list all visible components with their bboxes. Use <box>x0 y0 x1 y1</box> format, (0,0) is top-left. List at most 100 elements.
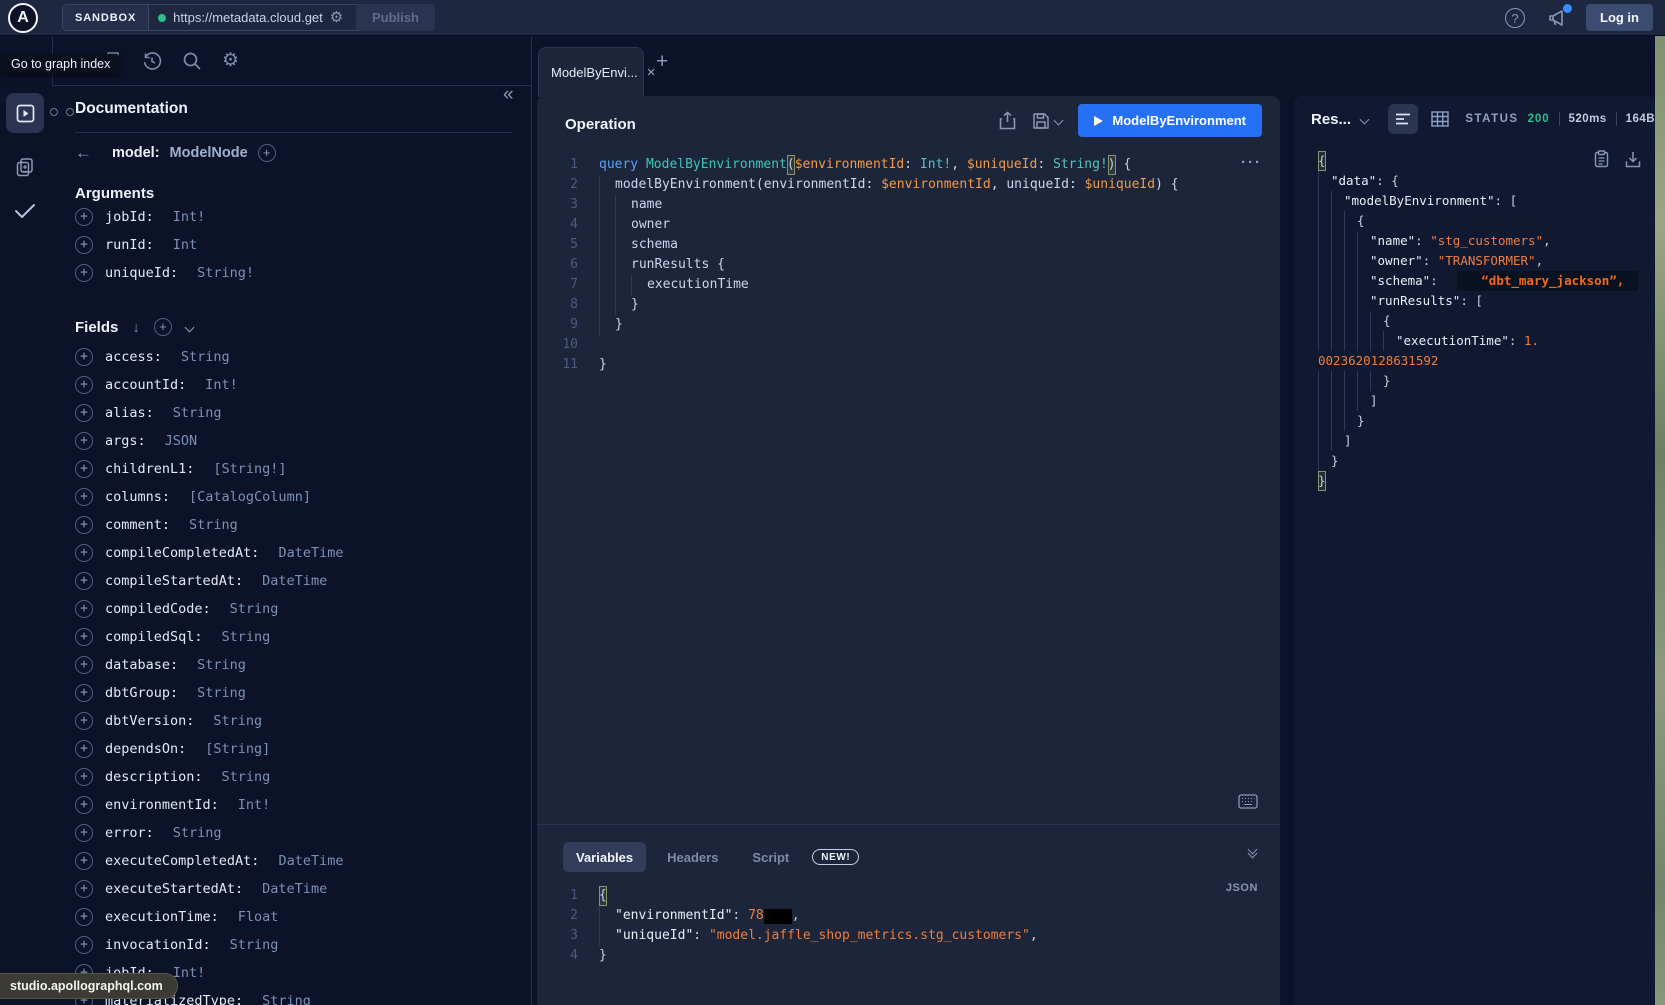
field-type[interactable]: DateTime <box>262 881 327 897</box>
publish-button[interactable]: Publish <box>356 4 435 31</box>
add-type-icon[interactable] <box>258 144 276 162</box>
apollo-logo-icon[interactable]: A <box>8 3 38 33</box>
field-row[interactable]: invocationId:String <box>75 931 515 959</box>
field-row[interactable]: columns:[CatalogColumn] <box>75 483 515 511</box>
field-type[interactable]: String <box>181 349 230 365</box>
field-type[interactable]: Int! <box>173 209 206 225</box>
field-type[interactable]: String <box>222 629 271 645</box>
add-field-icon[interactable] <box>75 908 93 926</box>
field-row[interactable]: dbtGroup:String <box>75 679 515 707</box>
field-row[interactable]: runId:Int <box>75 231 515 259</box>
field-type[interactable]: String <box>230 937 279 953</box>
add-field-icon[interactable] <box>75 264 93 282</box>
field-type[interactable]: [String] <box>205 741 270 757</box>
field-type[interactable]: DateTime <box>278 545 343 561</box>
field-type[interactable]: Int <box>173 237 197 253</box>
fields-options-chevron-icon[interactable] <box>184 322 194 332</box>
sort-fields-icon[interactable]: ↓ <box>132 319 140 336</box>
field-type[interactable]: String <box>173 825 222 841</box>
endpoint-url[interactable]: https://metadata.cloud.get <box>173 10 323 25</box>
field-row[interactable]: args:JSON <box>75 427 515 455</box>
add-field-icon[interactable] <box>75 236 93 254</box>
field-type[interactable]: Int! <box>238 797 271 813</box>
add-field-icon[interactable] <box>75 684 93 702</box>
rail-checks-icon[interactable] <box>6 191 44 231</box>
field-row[interactable]: executeCompletedAt:DateTime <box>75 847 515 875</box>
download-response-icon[interactable] <box>1625 150 1641 168</box>
operation-tab[interactable]: ModelByEnvi... × <box>538 47 644 97</box>
add-all-fields-icon[interactable] <box>154 318 172 336</box>
run-operation-button[interactable]: ModelByEnvironment <box>1078 104 1262 137</box>
editor-menu-icon[interactable]: ··· <box>1241 154 1262 171</box>
back-arrow-icon[interactable]: ← <box>75 143 92 163</box>
field-type[interactable]: String <box>197 685 246 701</box>
copy-response-icon[interactable] <box>1594 150 1609 168</box>
field-row[interactable]: compiledSql:String <box>75 623 515 651</box>
type-value[interactable]: ModelNode <box>170 145 248 161</box>
endpoint-input[interactable]: https://metadata.cloud.get ⚙ <box>149 5 364 30</box>
rail-explorer-icon[interactable] <box>6 93 44 133</box>
announcements-icon[interactable] <box>1547 8 1569 28</box>
field-type[interactable]: [CatalogColumn] <box>189 489 311 505</box>
save-options-chevron-icon[interactable] <box>1054 116 1064 126</box>
add-field-icon[interactable] <box>75 376 93 394</box>
field-row[interactable]: access:String <box>75 343 515 371</box>
add-field-icon[interactable] <box>75 432 93 450</box>
add-field-icon[interactable] <box>75 544 93 562</box>
field-row[interactable]: dbtVersion:String <box>75 707 515 735</box>
field-type[interactable]: Float <box>238 909 279 925</box>
raw-view-toggle-icon[interactable] <box>1388 104 1419 134</box>
field-row[interactable]: childrenL1:[String!] <box>75 455 515 483</box>
share-operation-icon[interactable] <box>999 111 1016 130</box>
field-row[interactable]: compileCompletedAt:DateTime <box>75 539 515 567</box>
variables-editor[interactable]: 1{2"environmentId": 78,3"uniqueId": "mod… <box>557 886 1038 966</box>
field-row[interactable]: compiledCode:String <box>75 595 515 623</box>
add-field-icon[interactable] <box>75 656 93 674</box>
add-field-icon[interactable] <box>75 936 93 954</box>
search-icon[interactable] <box>182 51 202 71</box>
add-field-icon[interactable] <box>75 460 93 478</box>
endpoint-settings-icon[interactable]: ⚙ <box>330 10 343 25</box>
field-row[interactable]: compileStartedAt:DateTime <box>75 567 515 595</box>
field-row[interactable]: error:String <box>75 819 515 847</box>
add-field-icon[interactable] <box>75 516 93 534</box>
field-row[interactable]: database:String <box>75 651 515 679</box>
field-row[interactable]: jobId:Int! <box>75 203 515 231</box>
add-field-icon[interactable] <box>75 628 93 646</box>
table-view-toggle-icon[interactable] <box>1431 111 1449 127</box>
collapse-variables-icon[interactable] <box>1249 846 1256 857</box>
field-row[interactable]: description:String <box>75 763 515 791</box>
field-type[interactable]: Int! <box>173 965 206 981</box>
field-row[interactable]: executionTime:Float <box>75 903 515 931</box>
add-field-icon[interactable] <box>75 824 93 842</box>
add-field-icon[interactable] <box>75 404 93 422</box>
field-row[interactable]: dependsOn:[String] <box>75 735 515 763</box>
response-json[interactable]: {"data": {"modelByEnvironment": [{"name"… <box>1318 151 1638 491</box>
field-type[interactable]: String <box>173 405 222 421</box>
response-dropdown-chevron-icon[interactable] <box>1360 114 1370 124</box>
add-field-icon[interactable] <box>75 712 93 730</box>
tab-variables[interactable]: Variables <box>563 842 646 872</box>
help-icon[interactable]: ? <box>1505 8 1525 28</box>
tab-headers[interactable]: Headers <box>654 842 731 872</box>
add-field-icon[interactable] <box>75 600 93 618</box>
field-type[interactable]: String <box>189 517 238 533</box>
add-field-icon[interactable] <box>75 768 93 786</box>
settings-gear-icon[interactable]: ⚙ <box>222 51 239 70</box>
field-row[interactable]: uniqueId:String! <box>75 259 515 287</box>
add-field-icon[interactable] <box>75 572 93 590</box>
field-type[interactable]: String <box>222 769 271 785</box>
field-type[interactable]: JSON <box>165 433 198 449</box>
field-type[interactable]: DateTime <box>262 573 327 589</box>
field-row[interactable]: environmentId:Int! <box>75 791 515 819</box>
query-editor[interactable]: 1query ModelByEnvironment($environmentId… <box>557 155 1179 375</box>
field-type[interactable]: Int! <box>205 377 238 393</box>
response-title[interactable]: Res... <box>1311 111 1351 128</box>
add-field-icon[interactable] <box>75 852 93 870</box>
field-type[interactable]: [String!] <box>213 461 286 477</box>
add-field-icon[interactable] <box>75 880 93 898</box>
add-field-icon[interactable] <box>75 488 93 506</box>
field-row[interactable]: alias:String <box>75 399 515 427</box>
keyboard-shortcuts-icon[interactable] <box>1238 794 1258 809</box>
history-icon[interactable] <box>142 51 162 71</box>
